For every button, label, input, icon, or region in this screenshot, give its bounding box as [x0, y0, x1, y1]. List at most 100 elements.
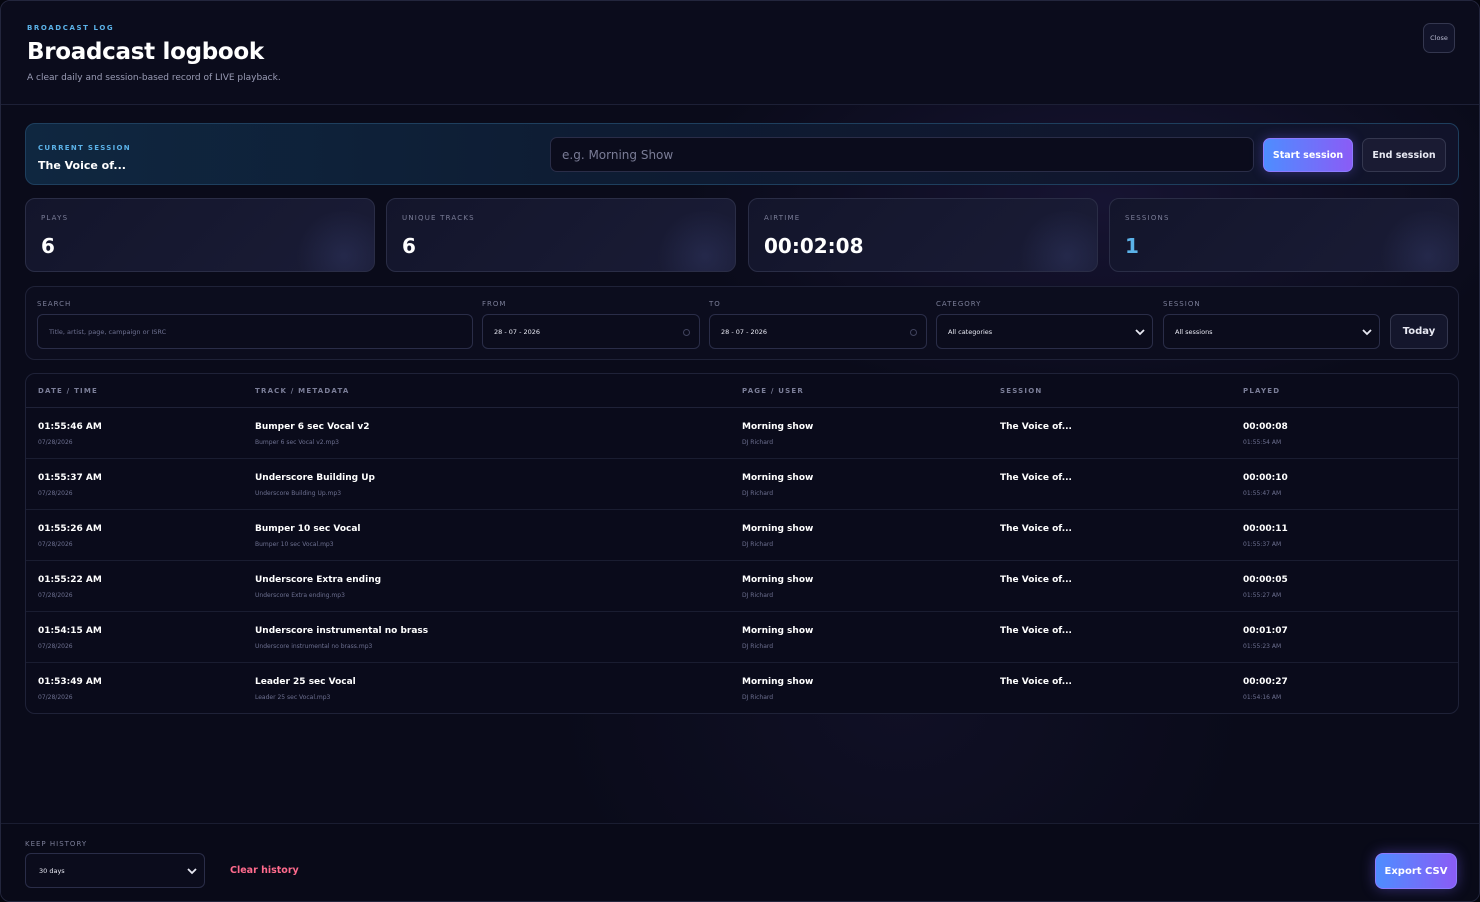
filter-bar: SEARCH Title, artist, page, campaign or …	[25, 286, 1459, 360]
row-track-title: Underscore Building Up	[255, 473, 375, 483]
today-button[interactable]: Today	[1390, 314, 1448, 349]
end-session-button[interactable]: End session	[1362, 138, 1446, 172]
row-played-at: 01:54:16 AM	[1243, 694, 1282, 701]
keep-history-label: KEEP HISTORY	[25, 840, 88, 848]
row-time: 01:55:37 AM	[38, 473, 102, 483]
row-user: DJ Richard	[742, 439, 774, 446]
row-page: Morning show	[742, 677, 814, 687]
row-user: DJ Richard	[742, 643, 774, 650]
calendar-icon[interactable]	[910, 329, 917, 336]
row-track-file: Underscore Extra ending.mp3	[255, 592, 345, 599]
row-page: Morning show	[742, 524, 814, 534]
row-played-at: 01:55:47 AM	[1243, 490, 1282, 497]
stat-label: PLAYS	[41, 214, 69, 222]
table-row[interactable]: 01:53:49 AM 07/28/2026 Leader 25 sec Voc…	[26, 663, 1458, 713]
from-label: FROM	[482, 300, 507, 308]
column-header-session: SESSION	[1000, 387, 1043, 395]
search-input[interactable]: Title, artist, page, campaign or ISRC	[37, 314, 473, 349]
stat-value: 1	[1125, 234, 1139, 258]
table-row[interactable]: 01:55:46 AM 07/28/2026 Bumper 6 sec Voca…	[26, 408, 1458, 459]
from-date-value: 28 - 07 - 2026	[494, 327, 541, 336]
row-session: The Voice of...	[1000, 524, 1072, 534]
table-row[interactable]: 01:55:26 AM 07/28/2026 Bumper 10 sec Voc…	[26, 510, 1458, 561]
to-date-value: 28 - 07 - 2026	[721, 327, 768, 336]
from-date-input[interactable]: 28 - 07 - 2026	[482, 314, 700, 349]
row-track-title: Underscore Extra ending	[255, 575, 382, 585]
search-label: SEARCH	[37, 300, 72, 308]
category-select[interactable]: All categories	[936, 314, 1153, 349]
row-track-file: Bumper 10 sec Vocal.mp3	[255, 541, 334, 548]
start-session-button[interactable]: Start session	[1263, 138, 1353, 172]
row-played-duration: 00:00:10	[1243, 473, 1288, 483]
chevron-down-icon	[1135, 329, 1145, 336]
table-row[interactable]: 01:54:15 AM 07/28/2026 Underscore instru…	[26, 612, 1458, 663]
stat-value: 6	[402, 234, 416, 258]
column-header-page-user: PAGE / USER	[742, 387, 804, 395]
table-row[interactable]: 01:55:37 AM 07/28/2026 Underscore Buildi…	[26, 459, 1458, 510]
row-page: Morning show	[742, 422, 814, 432]
keep-history-value: 30 days	[39, 866, 65, 875]
row-track-file: Underscore instrumental no brass.mp3	[255, 643, 373, 650]
close-button[interactable]: Close	[1423, 23, 1455, 53]
footer: KEEP HISTORY 30 days Clear history Expor…	[1, 823, 1479, 901]
row-track-title: Leader 25 sec Vocal	[255, 677, 356, 687]
stat-card-plays: PLAYS 6	[25, 198, 375, 272]
row-date: 07/28/2026	[38, 439, 73, 446]
stat-card-sessions: SESSIONS 1	[1109, 198, 1459, 272]
export-csv-button[interactable]: Export CSV	[1375, 853, 1457, 889]
row-session: The Voice of...	[1000, 422, 1072, 432]
stat-label: UNIQUE TRACKS	[402, 214, 475, 222]
stat-value: 00:02:08	[764, 234, 864, 258]
session-select-value: All sessions	[1175, 327, 1213, 336]
row-session: The Voice of...	[1000, 626, 1072, 636]
row-played-at: 01:55:23 AM	[1243, 643, 1282, 650]
column-header-date-time: DATE / TIME	[38, 387, 98, 395]
stat-label: SESSIONS	[1125, 214, 1170, 222]
clear-history-button[interactable]: Clear history	[230, 865, 299, 876]
session-name-input[interactable]	[550, 137, 1254, 172]
row-played-duration: 00:00:27	[1243, 677, 1288, 687]
stat-value: 6	[41, 234, 55, 258]
log-table: DATE / TIME TRACK / METADATA PAGE / USER…	[25, 373, 1459, 714]
chevron-down-icon	[187, 868, 197, 875]
header-eyebrow: BROADCAST LOG	[27, 24, 115, 32]
current-session-value: The Voice of...	[38, 159, 126, 172]
to-label: TO	[709, 300, 721, 308]
calendar-icon[interactable]	[683, 329, 690, 336]
current-session-bar: CURRENT SESSION The Voice of... Start se…	[25, 123, 1459, 185]
row-played-at: 01:55:54 AM	[1243, 439, 1282, 446]
row-date: 07/28/2026	[38, 541, 73, 548]
row-track-file: Underscore Building Up.mp3	[255, 490, 342, 497]
category-select-value: All categories	[948, 327, 993, 336]
row-page: Morning show	[742, 575, 814, 585]
row-played-at: 01:55:37 AM	[1243, 541, 1282, 548]
session-select[interactable]: All sessions	[1163, 314, 1380, 349]
column-header-played: PLAYED	[1243, 387, 1281, 395]
row-page: Morning show	[742, 473, 814, 483]
row-page: Morning show	[742, 626, 814, 636]
session-filter-label: SESSION	[1163, 300, 1201, 308]
row-session: The Voice of...	[1000, 677, 1072, 687]
row-played-duration: 00:00:11	[1243, 524, 1288, 534]
row-track-file: Bumper 6 sec Vocal v2.mp3	[255, 439, 339, 446]
row-user: DJ Richard	[742, 541, 774, 548]
to-date-input[interactable]: 28 - 07 - 2026	[709, 314, 927, 349]
row-time: 01:55:46 AM	[38, 422, 102, 432]
row-date: 07/28/2026	[38, 694, 73, 701]
stat-card-unique-tracks: UNIQUE TRACKS 6	[386, 198, 736, 272]
row-played-duration: 00:00:05	[1243, 575, 1288, 585]
row-time: 01:55:26 AM	[38, 524, 102, 534]
chevron-down-icon	[1362, 329, 1372, 336]
row-session: The Voice of...	[1000, 575, 1072, 585]
row-time: 01:54:15 AM	[38, 626, 102, 636]
row-played-at: 01:55:27 AM	[1243, 592, 1282, 599]
row-date: 07/28/2026	[38, 643, 73, 650]
row-track-title: Underscore instrumental no brass	[255, 626, 429, 636]
row-played-duration: 00:01:07	[1243, 626, 1288, 636]
row-track-title: Bumper 10 sec Vocal	[255, 524, 361, 534]
current-session-label: CURRENT SESSION	[38, 144, 131, 152]
table-row[interactable]: 01:55:22 AM 07/28/2026 Underscore Extra …	[26, 561, 1458, 612]
row-user: DJ Richard	[742, 490, 774, 497]
keep-history-select[interactable]: 30 days	[25, 853, 205, 888]
row-session: The Voice of...	[1000, 473, 1072, 483]
